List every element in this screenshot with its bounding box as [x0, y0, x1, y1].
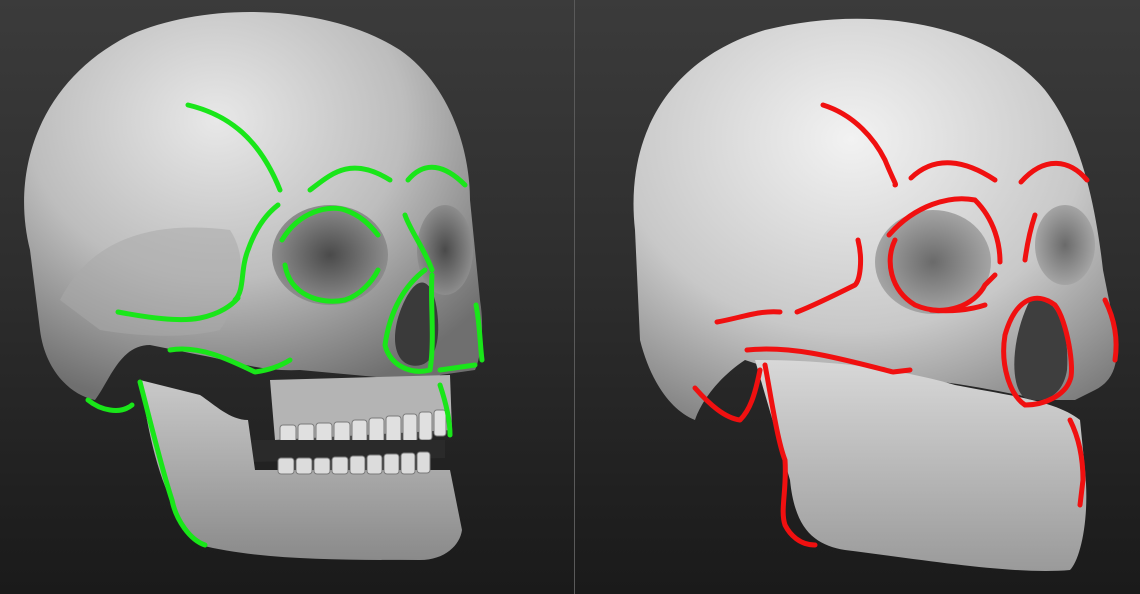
left-panel-detailed-skull: [0, 0, 574, 594]
right-panel-simplified-skull: [575, 0, 1140, 594]
detailed-skull-render: [24, 12, 485, 560]
simplified-skull-render: [633, 18, 1119, 571]
upper-teeth: [270, 375, 452, 448]
comparison-figure: [0, 0, 1140, 594]
